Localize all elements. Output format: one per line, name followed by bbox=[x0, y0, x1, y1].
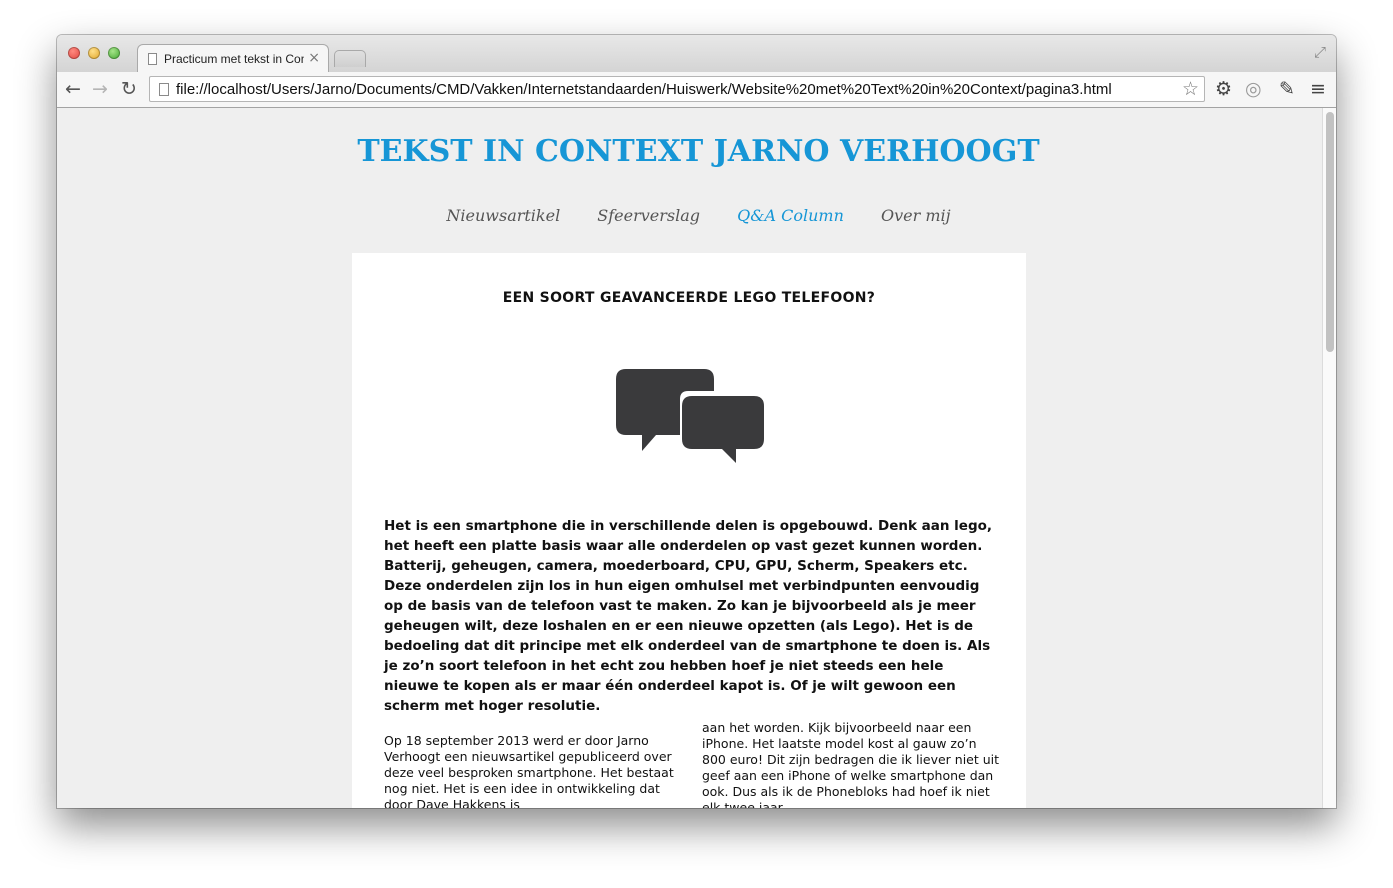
article-column-left: Op 18 september 2013 werd er door Jarno … bbox=[384, 733, 674, 808]
page-viewport: TEKST IN CONTEXT JARNO VERHOOGT Nieuwsar… bbox=[57, 108, 1322, 808]
main-nav: Nieuwsartikel Sfeerverslag Q&A Column Ov… bbox=[57, 206, 1336, 225]
address-bar[interactable]: file://localhost/Users/Jarno/Documents/C… bbox=[149, 76, 1205, 102]
tab-close-icon[interactable]: × bbox=[308, 50, 320, 66]
article-column-right: aan het worden. Kijk bijvoorbeeld naar e… bbox=[702, 720, 1000, 808]
page-info-icon[interactable] bbox=[159, 83, 169, 96]
browser-toolbar: ← → ↻ file://localhost/Users/Jarno/Docum… bbox=[57, 72, 1336, 108]
extension-icon[interactable]: ◎ bbox=[1245, 77, 1262, 101]
scrollbar-thumb[interactable] bbox=[1326, 112, 1334, 352]
bookmark-star-icon[interactable]: ☆ bbox=[1182, 78, 1199, 100]
nav-item-sfeerverslag[interactable]: Sfeerverslag bbox=[597, 206, 700, 225]
article-intro: Het is een smartphone die in verschillen… bbox=[384, 518, 993, 714]
article-card: EEN SOORT GEAVANCEERDE LEGO TELEFOON? He… bbox=[352, 253, 1026, 808]
site-title: TEKST IN CONTEXT JARNO VERHOOGT bbox=[357, 134, 1040, 169]
chat-bubbles-icon bbox=[616, 369, 764, 463]
zoom-window-button[interactable] bbox=[108, 47, 120, 59]
eyedropper-icon[interactable]: ✎ bbox=[1279, 77, 1295, 101]
vertical-scrollbar[interactable] bbox=[1322, 108, 1336, 808]
nav-item-over-mij[interactable]: Over mij bbox=[881, 206, 951, 225]
forward-icon[interactable]: → bbox=[92, 77, 108, 101]
article-heading: EEN SOORT GEAVANCEERDE LEGO TELEFOON? bbox=[502, 290, 876, 306]
url-text[interactable]: file://localhost/Users/Jarno/Documents/C… bbox=[176, 81, 1112, 98]
nav-item-nieuwsartikel[interactable]: Nieuwsartikel bbox=[446, 206, 560, 225]
tab-title: Practicum met tekst in Context bbox=[164, 52, 304, 66]
minimize-window-button[interactable] bbox=[88, 47, 100, 59]
fullscreen-icon[interactable]: ⤢ bbox=[1314, 43, 1326, 61]
settings-gear-icon[interactable]: ⚙ bbox=[1215, 77, 1232, 101]
new-tab-button[interactable] bbox=[334, 50, 366, 67]
title-bar: Practicum met tekst in Context × ⤢ bbox=[57, 35, 1336, 72]
nav-item-qa-column[interactable]: Q&A Column bbox=[737, 206, 844, 225]
document-icon bbox=[148, 53, 157, 65]
back-icon[interactable]: ← bbox=[65, 77, 81, 101]
tab-active[interactable]: Practicum met tekst in Context × bbox=[137, 44, 329, 72]
close-window-button[interactable] bbox=[68, 47, 80, 59]
browser-window: Practicum met tekst in Context × ⤢ ← → ↻… bbox=[57, 35, 1336, 808]
reload-icon[interactable]: ↻ bbox=[121, 77, 137, 101]
menu-icon[interactable]: ≡ bbox=[1310, 77, 1326, 101]
